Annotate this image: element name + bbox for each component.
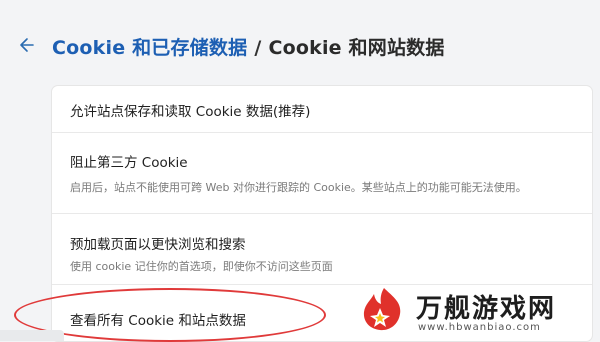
watermark-url: www.hbwanbiao.com — [418, 322, 541, 333]
flame-logo-icon — [358, 286, 406, 332]
breadcrumb-parent-link[interactable]: Cookie 和已存储数据 — [52, 37, 247, 59]
arrow-left-icon[interactable] — [18, 34, 40, 56]
setting-title: 阻止第三方 Cookie — [70, 155, 188, 171]
setting-row-preload-pages[interactable]: 预加载页面以更快浏览和搜索 使用 cookie 记住你的首选项，即使你不访问这些… — [52, 214, 592, 284]
left-panel-edge — [0, 330, 64, 341]
setting-row-block-third-party[interactable]: 阻止第三方 Cookie 启用后，站点不能使用可跨 Web 对你进行跟踪的 Co… — [52, 133, 592, 213]
setting-description: 使用 cookie 记住你的首选项，即使你不访问这些页面 — [70, 260, 333, 273]
page-title: Cookie 和网站数据 — [268, 37, 445, 59]
breadcrumb: Cookie 和已存储数据 / Cookie 和网站数据 — [52, 33, 445, 60]
watermark: 万舰游戏网 www.hbwanbiao.com — [352, 282, 600, 341]
setting-title: 预加载页面以更快浏览和搜索 — [70, 237, 246, 253]
page-header: Cookie 和已存储数据 / Cookie 和网站数据 — [0, 0, 600, 80]
setting-description: 启用后，站点不能使用可跨 Web 对你进行跟踪的 Cookie。某些站点上的功能… — [70, 181, 527, 194]
breadcrumb-separator: / — [254, 37, 262, 59]
setting-title: 允许站点保存和读取 Cookie 数据(推荐) — [70, 104, 311, 120]
setting-title: 查看所有 Cookie 和站点数据 — [70, 313, 246, 329]
setting-row-allow-cookies[interactable]: 允许站点保存和读取 Cookie 数据(推荐) — [52, 86, 592, 132]
watermark-brand: 万舰游戏网 — [416, 294, 557, 324]
